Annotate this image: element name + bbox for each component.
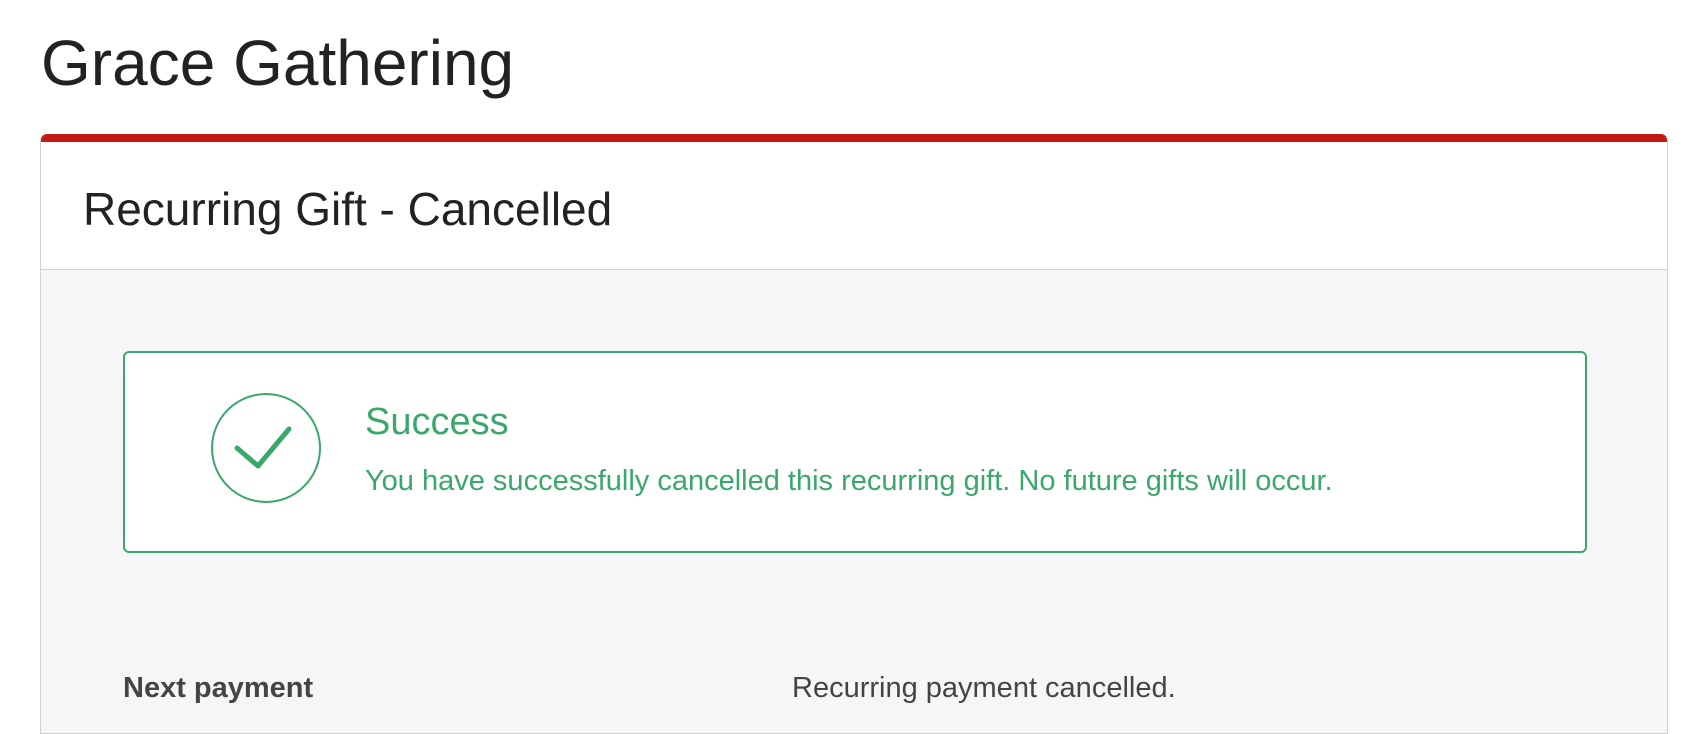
next-payment-row: Next payment Recurring payment cancelled… <box>123 662 1587 712</box>
card-header: Recurring Gift - Cancelled <box>41 142 1667 270</box>
checkmark-circle-icon <box>211 393 321 503</box>
card-accent-bar <box>41 134 1667 142</box>
gift-status-card: Recurring Gift - Cancelled Success You h… <box>40 134 1668 734</box>
next-payment-label: Next payment <box>123 672 314 704</box>
next-payment-value: Recurring payment cancelled. <box>792 672 1176 704</box>
card-title: Recurring Gift - Cancelled <box>83 183 613 235</box>
checkmark-icon <box>234 426 292 469</box>
organization-title: Grace Gathering <box>41 27 515 99</box>
alert-message: You have successfully cancelled this rec… <box>365 465 1333 497</box>
alert-title: Success <box>365 401 509 443</box>
success-alert: Success You have successfully cancelled … <box>123 351 1587 553</box>
